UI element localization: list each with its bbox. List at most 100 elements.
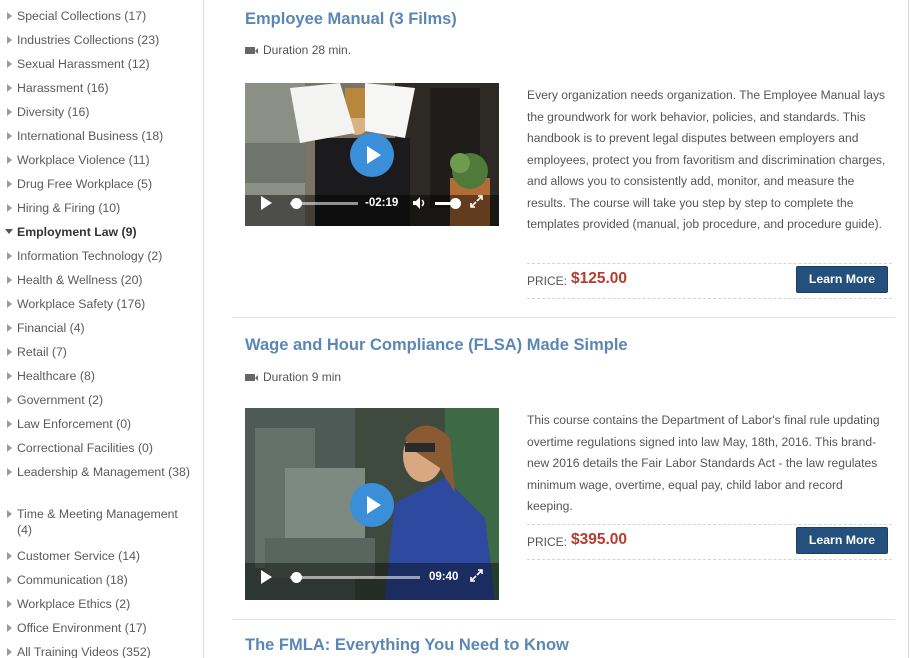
category-item[interactable]: Workplace Ethics (2) — [0, 596, 200, 612]
category-item[interactable]: Leadership & Management (38) — [0, 464, 200, 480]
duration-text: Duration 28 min. — [263, 43, 352, 57]
caret-right-icon — [7, 552, 12, 560]
progress-handle[interactable] — [291, 198, 302, 209]
caret-right-icon — [7, 348, 12, 356]
video-player[interactable]: 09:40 — [245, 408, 499, 600]
category-item[interactable]: International Business (18) — [0, 128, 200, 144]
price-row: PRICE: $125.00 Learn More — [527, 263, 892, 299]
category-item[interactable]: Workplace Safety (176) — [0, 296, 200, 312]
category-label: International Business (18) — [17, 129, 164, 143]
category-label: Workplace Safety (176) — [17, 297, 146, 311]
category-item[interactable]: Customer Service (14) — [0, 548, 200, 564]
caret-right-icon — [7, 648, 12, 656]
caret-right-icon — [7, 108, 12, 116]
category-label: Government (2) — [17, 393, 104, 407]
caret-down-icon — [5, 229, 13, 234]
caret-right-icon — [7, 510, 12, 518]
category-label: Diversity (16) — [17, 105, 90, 119]
caret-right-icon — [7, 156, 12, 164]
category-item[interactable]: Industries Collections (23) — [0, 32, 200, 48]
category-item[interactable]: Healthcare (8) — [0, 368, 200, 384]
video-player[interactable]: -02:19 — [245, 83, 499, 226]
caret-right-icon — [7, 12, 12, 20]
price-label: PRICE: — [527, 274, 568, 288]
category-item[interactable]: Retail (7) — [0, 344, 200, 360]
product-card: The FMLA: Everything You Need to Know — [232, 620, 895, 658]
caret-right-icon — [7, 180, 12, 188]
fullscreen-icon[interactable] — [470, 195, 483, 208]
product-card: Wage and Hour Compliance (FLSA) Made Sim… — [232, 318, 895, 620]
category-item[interactable]: All Training Videos (352) — [0, 644, 200, 658]
category-item[interactable]: Workplace Violence (11) — [0, 152, 200, 168]
caret-right-icon — [7, 36, 12, 44]
learn-more-button[interactable]: Learn More — [796, 527, 888, 554]
category-label: All Training Videos (352) — [17, 645, 151, 658]
category-label: Information Technology (2) — [17, 249, 163, 263]
category-item[interactable]: Communication (18) — [0, 572, 200, 588]
category-label: Industries Collections (23) — [17, 33, 160, 47]
category-item[interactable]: Time & Meeting Management (4) — [0, 506, 200, 538]
category-label: Workplace Violence (11) — [17, 153, 150, 167]
video-time: -02:19 — [365, 197, 399, 209]
play-button[interactable] — [350, 483, 394, 527]
product-card: Employee Manual (3 Films) Duration 28 mi… — [232, 0, 895, 318]
category-label: Time & Meeting Management (4) — [17, 507, 178, 537]
duration-text: Duration 9 min — [263, 370, 342, 384]
play-button[interactable] — [350, 133, 394, 177]
category-item[interactable]: Sexual Harassment (12) — [0, 56, 200, 72]
category-label: Retail (7) — [17, 345, 67, 359]
category-item[interactable]: Employment Law (9) — [0, 224, 200, 240]
category-label: Special Collections (17) — [17, 9, 147, 23]
category-list: Special Collections (17) Industries Colle… — [0, 0, 203, 658]
category-item[interactable]: Health & Wellness (20) — [0, 272, 200, 288]
category-item[interactable]: Drug Free Workplace (5) — [0, 176, 200, 192]
caret-right-icon — [7, 420, 12, 428]
caret-right-icon — [7, 324, 12, 332]
product-title[interactable]: The FMLA: Everything You Need to Know — [245, 636, 569, 655]
caret-right-icon — [7, 576, 12, 584]
product-title[interactable]: Wage and Hour Compliance (FLSA) Made Sim… — [245, 336, 628, 355]
category-label: Leadership & Management (38) — [17, 465, 190, 479]
category-label: Customer Service (14) — [17, 549, 141, 563]
volume-handle[interactable] — [450, 198, 461, 209]
duration-info: Duration 9 min — [245, 370, 341, 384]
category-item[interactable]: Diversity (16) — [0, 104, 200, 120]
control-play-icon[interactable] — [261, 196, 272, 210]
progress-bar[interactable] — [290, 576, 420, 579]
category-label: Law Enforcement (0) — [17, 417, 132, 431]
category-item[interactable]: Correctional Facilities (0) — [0, 440, 200, 456]
category-label: Health & Wellness (20) — [17, 273, 143, 287]
price-label: PRICE: — [527, 535, 568, 549]
learn-more-button[interactable]: Learn More — [796, 266, 888, 293]
progress-handle[interactable] — [291, 572, 302, 583]
video-time: 09:40 — [429, 571, 459, 583]
fullscreen-icon[interactable] — [470, 569, 483, 582]
category-label: Workplace Ethics (2) — [17, 597, 131, 611]
category-item[interactable]: Hiring & Firing (10) — [0, 200, 200, 216]
category-label: Drug Free Workplace (5) — [17, 177, 153, 191]
caret-right-icon — [7, 204, 12, 212]
category-label: Harassment (16) — [17, 81, 109, 95]
product-title[interactable]: Employee Manual (3 Films) — [245, 10, 457, 29]
page-border — [908, 0, 909, 658]
category-label: Communication (18) — [17, 573, 128, 587]
category-item[interactable]: Government (2) — [0, 392, 200, 408]
video-camera-icon — [245, 373, 258, 381]
caret-right-icon — [7, 444, 12, 452]
volume-icon[interactable] — [412, 196, 428, 210]
category-item[interactable]: Law Enforcement (0) — [0, 416, 200, 432]
category-label: Financial (4) — [17, 321, 85, 335]
product-description: Every organization needs organization. T… — [527, 88, 886, 231]
caret-right-icon — [7, 372, 12, 380]
caret-right-icon — [7, 132, 12, 140]
category-item[interactable]: Harassment (16) — [0, 80, 200, 96]
category-item[interactable]: Special Collections (17) — [0, 8, 200, 24]
category-label: Employment Law (9) — [17, 225, 137, 239]
duration-info: Duration 28 min. — [245, 43, 351, 57]
category-item[interactable]: Financial (4) — [0, 320, 200, 336]
category-label: Hiring & Firing (10) — [17, 201, 121, 215]
control-play-icon[interactable] — [261, 570, 272, 584]
category-item[interactable]: Office Environment (17) — [0, 620, 200, 636]
price-value: $395.00 — [571, 531, 628, 548]
category-item[interactable]: Information Technology (2) — [0, 248, 200, 264]
